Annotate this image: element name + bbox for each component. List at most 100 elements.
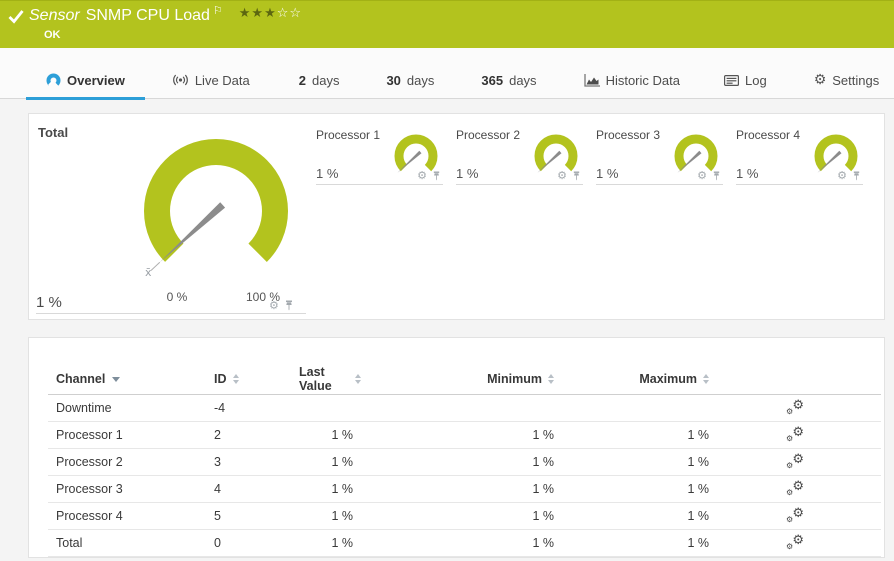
tab-historic-data-label: Historic Data bbox=[606, 73, 680, 88]
channel-maximum: 1 % bbox=[561, 428, 716, 442]
tab-30-days[interactable]: 30 days bbox=[366, 62, 454, 99]
channel-maximum: 1 % bbox=[561, 482, 716, 496]
mini-gauge-value: 1 % bbox=[736, 166, 758, 181]
channel-settings-icon[interactable]: ⚙⚙ bbox=[786, 400, 804, 416]
channel-settings-icon[interactable]: ⚙⚙ bbox=[786, 454, 804, 470]
sensor-header: Sensor SNMP CPU Load ⚐ ★★★☆☆ OK bbox=[0, 0, 894, 48]
tab-365-days-label: days bbox=[509, 73, 536, 88]
gauge-icon bbox=[46, 73, 61, 88]
table-header-row: Channel ID Last Value Minimum Maximum bbox=[48, 364, 881, 395]
channel-last-value: 1 % bbox=[284, 428, 361, 442]
channel-last-value: 1 % bbox=[284, 509, 361, 523]
channel-id: 3 bbox=[214, 455, 284, 469]
table-row: Processor 4 5 1 % 1 % 1 % ⚙⚙ bbox=[48, 503, 881, 530]
channel-minimum: 1 % bbox=[361, 455, 561, 469]
total-gauge-min-label: 0 % bbox=[147, 290, 207, 304]
channel-name: Total bbox=[48, 536, 214, 550]
channel-maximum: 1 % bbox=[561, 455, 716, 469]
chart-icon bbox=[584, 74, 600, 87]
average-marker: x̄ bbox=[145, 266, 152, 279]
mini-gauge-value: 1 % bbox=[316, 166, 338, 181]
priority-stars[interactable]: ★★★☆☆ bbox=[239, 6, 302, 21]
column-header-channel-label: Channel bbox=[56, 372, 105, 386]
log-icon bbox=[724, 75, 739, 86]
channel-table: Channel ID Last Value Minimum Maximum bbox=[48, 364, 881, 557]
tab-live-data[interactable]: Live Data bbox=[152, 62, 270, 99]
tab-365-days-number: 365 bbox=[481, 73, 503, 88]
channel-name: Processor 3 bbox=[48, 482, 214, 496]
table-row: Processor 1 2 1 % 1 % 1 % ⚙⚙ bbox=[48, 422, 881, 449]
stars-filled: ★★★ bbox=[239, 6, 277, 21]
sort-desc-icon bbox=[112, 377, 120, 382]
mini-pin-icon[interactable] bbox=[852, 171, 861, 181]
total-gauge-value: 1 % bbox=[36, 294, 62, 311]
channel-table-panel: Channel ID Last Value Minimum Maximum bbox=[28, 337, 885, 558]
mini-pin-icon[interactable] bbox=[572, 171, 581, 181]
channel-name: Processor 2 bbox=[48, 455, 214, 469]
tab-live-data-label: Live Data bbox=[195, 73, 250, 88]
column-header-last-value[interactable]: Last Value bbox=[284, 365, 361, 393]
flag-icon[interactable]: ⚐ bbox=[213, 4, 223, 17]
tab-2-days-label: days bbox=[312, 73, 339, 88]
tab-bar: Overview Live Data 2 days 30 days 365 da… bbox=[0, 48, 894, 99]
mini-separator bbox=[316, 184, 443, 185]
total-gauge bbox=[131, 139, 301, 294]
sort-icon bbox=[233, 374, 239, 384]
mini-gauge-processor-2: Processor 2 1 % ⚙ bbox=[456, 126, 583, 186]
column-header-id-label: ID bbox=[214, 372, 227, 386]
mini-pin-icon[interactable] bbox=[432, 171, 441, 181]
channel-id: 0 bbox=[214, 536, 284, 550]
channel-settings-icon[interactable]: ⚙⚙ bbox=[786, 427, 804, 443]
channel-minimum: 1 % bbox=[361, 482, 561, 496]
channel-id: 4 bbox=[214, 482, 284, 496]
channel-id: -4 bbox=[214, 401, 284, 415]
tab-log[interactable]: Log bbox=[704, 62, 787, 99]
channel-settings-icon[interactable]: ⚙⚙ bbox=[786, 508, 804, 524]
gear-icon: ⚙ bbox=[814, 73, 827, 87]
channel-settings-icon[interactable]: ⚙⚙ bbox=[786, 481, 804, 497]
column-header-minimum-label: Minimum bbox=[487, 372, 542, 386]
mini-gear-icon[interactable]: ⚙ bbox=[557, 170, 567, 181]
mini-separator bbox=[596, 184, 723, 185]
tab-30-days-label: days bbox=[407, 73, 434, 88]
mini-gear-icon[interactable]: ⚙ bbox=[837, 170, 847, 181]
table-row: Processor 2 3 1 % 1 % 1 % ⚙⚙ bbox=[48, 449, 881, 476]
total-gear-icon[interactable]: ⚙ bbox=[269, 300, 279, 311]
channel-last-value: 1 % bbox=[284, 482, 361, 496]
tab-overview[interactable]: Overview bbox=[26, 62, 145, 99]
column-header-id[interactable]: ID bbox=[214, 372, 284, 386]
tab-overview-label: Overview bbox=[67, 73, 125, 88]
sort-icon bbox=[703, 374, 709, 384]
column-header-last-value-label: Last Value bbox=[299, 365, 349, 393]
mini-gauge-processor-3: Processor 3 1 % ⚙ bbox=[596, 126, 723, 186]
mini-separator bbox=[736, 184, 863, 185]
tab-historic-data[interactable]: Historic Data bbox=[564, 62, 700, 99]
total-pin-icon[interactable] bbox=[284, 300, 294, 311]
mini-gauge-processor-4: Processor 4 1 % ⚙ bbox=[736, 126, 863, 186]
sensor-type-label: Sensor bbox=[29, 7, 80, 25]
column-header-maximum-label: Maximum bbox=[639, 372, 697, 386]
channel-name: Processor 1 bbox=[48, 428, 214, 442]
column-header-channel[interactable]: Channel bbox=[48, 372, 214, 386]
sensor-title-row: Sensor SNMP CPU Load ⚐ ★★★☆☆ bbox=[8, 7, 302, 25]
mini-gauge-value: 1 % bbox=[596, 166, 618, 181]
sensor-status-text: OK bbox=[44, 29, 61, 41]
channel-settings-icon[interactable]: ⚙⚙ bbox=[786, 535, 804, 551]
mini-gear-icon[interactable]: ⚙ bbox=[697, 170, 707, 181]
column-header-minimum[interactable]: Minimum bbox=[361, 372, 561, 386]
channel-id: 2 bbox=[214, 428, 284, 442]
tab-365-days[interactable]: 365 days bbox=[461, 62, 556, 99]
mini-gauge-label: Processor 4 bbox=[736, 128, 800, 142]
mini-pin-icon[interactable] bbox=[712, 171, 721, 181]
tab-settings[interactable]: ⚙ Settings bbox=[794, 62, 894, 99]
table-row: Processor 3 4 1 % 1 % 1 % ⚙⚙ bbox=[48, 476, 881, 503]
sensor-title: SNMP CPU Load bbox=[86, 7, 210, 25]
table-row: Downtime -4 ⚙⚙ bbox=[48, 395, 881, 422]
channel-name: Downtime bbox=[48, 401, 214, 415]
channel-minimum: 1 % bbox=[361, 536, 561, 550]
column-header-maximum[interactable]: Maximum bbox=[561, 372, 716, 386]
tab-2-days[interactable]: 2 days bbox=[279, 62, 360, 99]
channel-name: Processor 4 bbox=[48, 509, 214, 523]
mini-gear-icon[interactable]: ⚙ bbox=[417, 170, 427, 181]
channel-minimum: 1 % bbox=[361, 509, 561, 523]
